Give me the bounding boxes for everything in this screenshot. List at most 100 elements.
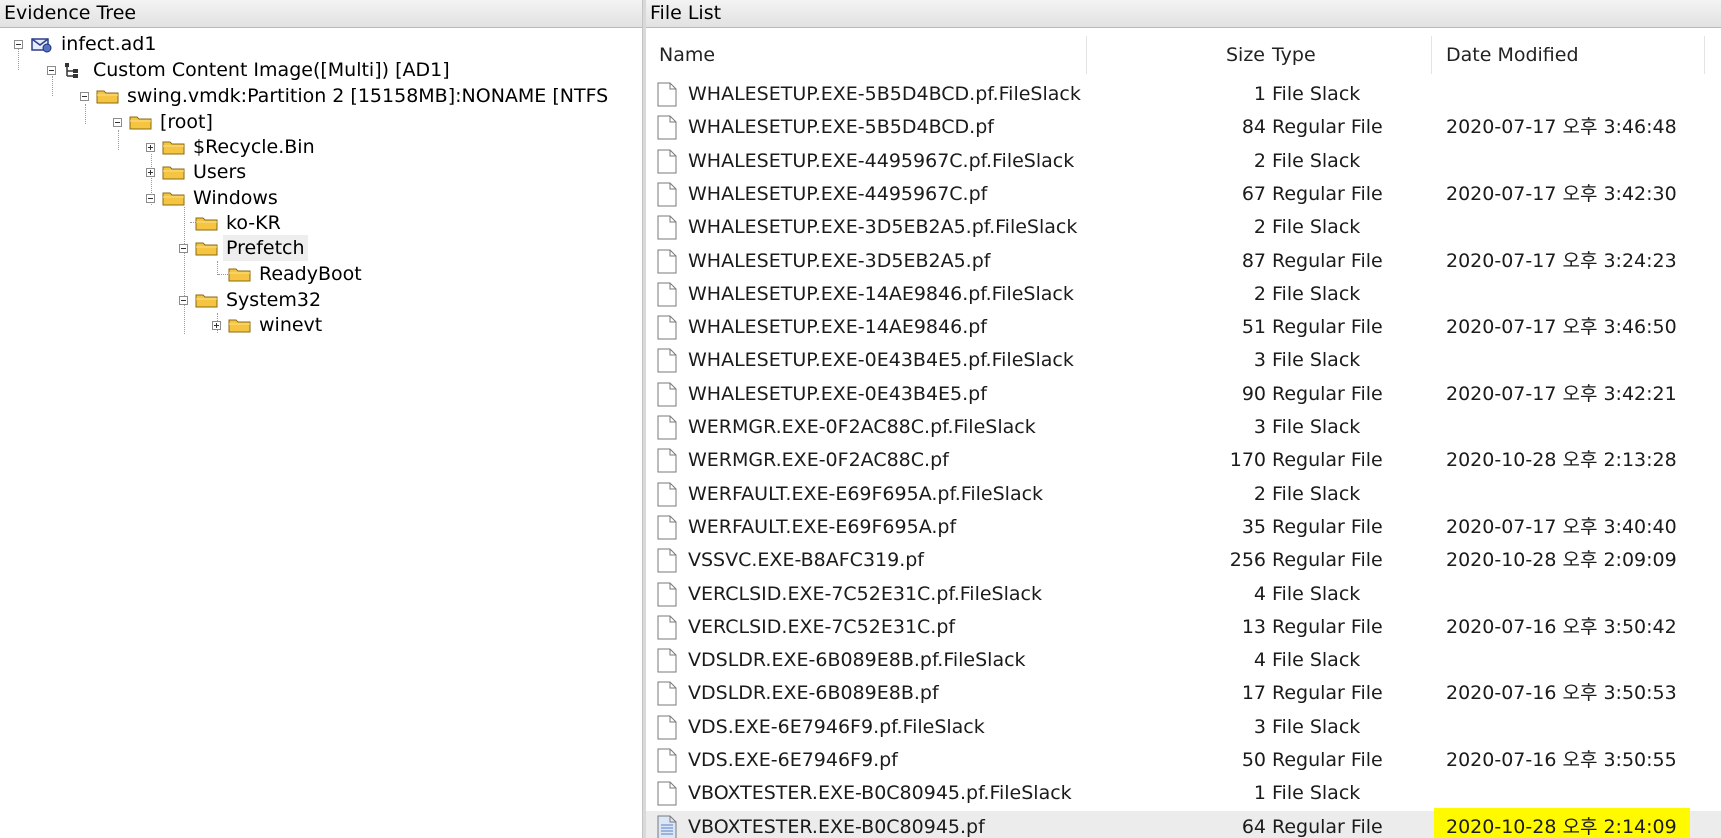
- tree-node-infect-ad1[interactable]: infect.ad1: [14, 31, 159, 57]
- file-row[interactable]: WHALESETUP.EXE-5B5D4BCD.pf 84 Regular File…: [646, 111, 1721, 144]
- file-row[interactable]: WHALESETUP.EXE-3D5EB2A5.pf.FileSlack 2 Fil…: [646, 211, 1721, 244]
- file-icon: [657, 615, 677, 640]
- file-name: WHALESETUP.EXE-3D5EB2A5.pf: [688, 249, 991, 272]
- collapse-icon[interactable]: [113, 118, 122, 127]
- tree-node-prefetch[interactable]: Prefetch: [179, 235, 308, 261]
- file-list-title: File List: [646, 0, 1721, 28]
- tree-node-label: Users: [193, 161, 247, 183]
- file-row[interactable]: WHALESETUP.EXE-14AE9846.pf.FileSlack 2 Fil…: [646, 278, 1721, 311]
- folder-icon: [96, 90, 119, 104]
- column-header-size[interactable]: Size: [1206, 38, 1265, 72]
- folder-icon: [195, 242, 218, 256]
- tree-node-windows[interactable]: Windows: [146, 185, 281, 211]
- file-name: VDS.EXE-6E7946F9.pf: [688, 749, 898, 771]
- file-name: VDS.EXE-6E7946F9.pf.FileSlack: [688, 715, 985, 738]
- file-date-modified: 2020-07-17 오후 3:46:48: [1446, 116, 1677, 139]
- tree-node-partition[interactable]: swing.vmdk:Partition 2 [15158MB]:NONAME …: [80, 83, 611, 109]
- file-row[interactable]: VDS.EXE-6E7946F9.pf.FileSlack 3 File Slack: [646, 711, 1721, 744]
- file-type: Regular File: [1272, 249, 1383, 272]
- file-row[interactable]: WERMGR.EXE-0F2AC88C.pf 170 Regular File 202…: [646, 444, 1721, 477]
- file-type: File Slack: [1272, 715, 1361, 738]
- file-name: WHALESETUP.EXE-14AE9846.pf: [688, 316, 987, 339]
- file-row[interactable]: VERCLSID.EXE-7C52E31C.pf 13 Regular File 20…: [646, 611, 1721, 644]
- file-size: 3: [1253, 416, 1266, 438]
- column-divider[interactable]: [1431, 36, 1432, 74]
- file-size: 2: [1253, 482, 1266, 505]
- file-selected-icon: [657, 815, 677, 838]
- file-row[interactable]: VBOXTESTER.EXE-B0C80945.pf.FileSlack 1 Fil…: [646, 777, 1721, 810]
- file-row[interactable]: WERMGR.EXE-0F2AC88C.pf.FileSlack 3 File Sl…: [646, 411, 1721, 444]
- column-divider[interactable]: [1086, 36, 1087, 74]
- collapse-icon[interactable]: [146, 194, 155, 203]
- tree-node-label: swing.vmdk:Partition 2 [15158MB]:NONAME …: [127, 85, 609, 107]
- tree-node-system32[interactable]: System32: [179, 287, 324, 313]
- file-row[interactable]: WERFAULT.EXE-E69F695A.pf.FileSlack 2 File …: [646, 478, 1721, 511]
- file-name: VBOXTESTER.EXE-B0C80945.pf: [688, 815, 985, 838]
- collapse-icon[interactable]: [179, 244, 188, 253]
- file-size: 3: [1253, 349, 1266, 372]
- file-row[interactable]: WHALESETUP.EXE-4495967C.pf.FileSlack 2 Fil…: [646, 145, 1721, 178]
- folder-icon: [195, 294, 218, 308]
- file-date-modified: 2020-07-16 오후 3:50:42: [1446, 615, 1677, 638]
- file-row[interactable]: WHALESETUP.EXE-14AE9846.pf 51 Regular File…: [646, 311, 1721, 344]
- collapse-icon[interactable]: [14, 40, 23, 49]
- expand-icon[interactable]: [212, 321, 221, 330]
- file-name: WERFAULT.EXE-E69F695A.pf.FileSlack: [688, 482, 1044, 505]
- file-size: 2: [1253, 216, 1266, 239]
- file-date-modified: 2020-10-28 오후 2:09:09: [1446, 549, 1677, 572]
- column-header-date-modified[interactable]: Date Modified: [1446, 38, 1696, 72]
- file-type: Regular File: [1272, 549, 1383, 572]
- file-type: File Slack: [1272, 282, 1361, 305]
- file-row[interactable]: VBOXTESTER.EXE-B0C80945.pf 64 Regular File…: [646, 807, 1721, 838]
- expand-icon[interactable]: [146, 168, 155, 177]
- file-row[interactable]: WERFAULT.EXE-E69F695A.pf 35 Regular File 20…: [646, 511, 1721, 544]
- folder-icon: [228, 319, 251, 333]
- file-type: File Slack: [1272, 649, 1361, 672]
- tree-node-root[interactable]: [root]: [113, 109, 216, 135]
- file-date-modified: 2020-07-17 오후 3:46:50: [1446, 316, 1677, 339]
- file-row[interactable]: WHALESETUP.EXE-4495967C.pf 67 Regular File…: [646, 178, 1721, 211]
- column-header-type[interactable]: Type: [1272, 38, 1422, 72]
- tree-node-label: [root]: [160, 111, 213, 133]
- file-row[interactable]: WHALESETUP.EXE-0E43B4E5.pf.FileSlack 3 Fil…: [646, 344, 1721, 377]
- tree-node-ko-kr[interactable]: ko-KR: [195, 210, 284, 236]
- tree-node-winevt[interactable]: winevt: [212, 312, 325, 338]
- collapse-icon[interactable]: [80, 92, 89, 101]
- collapse-icon[interactable]: [179, 296, 188, 305]
- file-date-modified: 2020-07-17 오후 3:42:30: [1446, 182, 1677, 205]
- file-row[interactable]: VDSLDR.EXE-6B089E8B.pf.FileSlack 4 File Sl…: [646, 644, 1721, 677]
- file-size: 4: [1253, 582, 1266, 605]
- file-icon: [657, 648, 677, 673]
- collapse-icon[interactable]: [47, 66, 56, 75]
- tree-connector: [217, 261, 218, 275]
- file-row[interactable]: WHALESETUP.EXE-5B5D4BCD.pf.FileSlack 1 Fil…: [646, 78, 1721, 111]
- file-type: File Slack: [1272, 149, 1361, 172]
- file-row[interactable]: VERCLSID.EXE-7C52E31C.pf.FileSlack 4 File …: [646, 578, 1721, 611]
- file-row[interactable]: VDSLDR.EXE-6B089E8B.pf 17 Regular File 2020…: [646, 677, 1721, 710]
- tree-node-label: $Recycle.Bin: [193, 136, 315, 158]
- tree-node-recycle-bin[interactable]: $Recycle.Bin: [146, 134, 318, 160]
- file-row[interactable]: WHALESETUP.EXE-0E43B4E5.pf 90 Regular File…: [646, 378, 1721, 411]
- file-icon: [657, 482, 677, 507]
- file-type: Regular File: [1272, 182, 1383, 205]
- file-type: Regular File: [1272, 615, 1383, 638]
- file-size: 87: [1241, 249, 1266, 272]
- file-row[interactable]: VDS.EXE-6E7946F9.pf 50 Regular File 2020-07…: [646, 744, 1721, 777]
- file-name: WHALESETUP.EXE-5B5D4BCD.pf.FileSlack: [688, 83, 1081, 105]
- file-name: WHALESETUP.EXE-14AE9846.pf.FileSlack: [688, 282, 1074, 305]
- tree-node-label: ko-KR: [226, 212, 281, 234]
- file-row[interactable]: WHALESETUP.EXE-3D5EB2A5.pf 87 Regular File…: [646, 245, 1721, 278]
- column-divider[interactable]: [1704, 36, 1705, 74]
- tree-node-users[interactable]: Users: [146, 159, 249, 185]
- file-name: WERMGR.EXE-0F2AC88C.pf.FileSlack: [688, 416, 1036, 438]
- tree-node-readyboot[interactable]: ReadyBoot: [228, 261, 365, 287]
- file-type: File Slack: [1272, 782, 1361, 805]
- expand-icon[interactable]: [146, 143, 155, 152]
- file-row[interactable]: VSSVC.EXE-B8AFC319.pf 256 Regular File 2020…: [646, 544, 1721, 577]
- file-type: Regular File: [1272, 815, 1383, 838]
- file-size: 67: [1241, 182, 1266, 205]
- file-name: WERMGR.EXE-0F2AC88C.pf: [688, 449, 949, 472]
- column-header-name[interactable]: Name: [659, 38, 1079, 72]
- file-name: VSSVC.EXE-B8AFC319.pf: [688, 549, 924, 572]
- tree-node-custom-content-image[interactable]: Custom Content Image([Multi]) [AD1]: [47, 57, 453, 83]
